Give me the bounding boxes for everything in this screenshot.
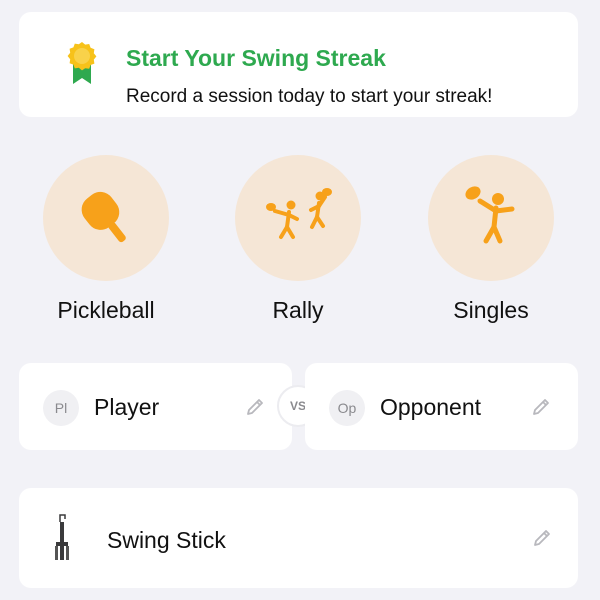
mode-label: Singles: [453, 297, 529, 323]
edit-pencil-icon[interactable]: [531, 527, 553, 549]
device-name: Swing Stick: [107, 527, 226, 553]
streak-card[interactable]: Start Your Swing Streak Record a session…: [19, 12, 578, 117]
device-card[interactable]: Swing Stick: [19, 488, 578, 588]
mode-pickleball-circle[interactable]: [43, 155, 169, 281]
opponent-avatar: Op: [329, 390, 365, 426]
opponent-card[interactable]: Op Opponent: [305, 363, 578, 450]
award-ribbon-icon: [67, 42, 97, 84]
paddle-icon: [81, 191, 126, 243]
streak-subtitle: Record a session today to start your str…: [126, 86, 493, 107]
edit-pencil-icon[interactable]: [244, 396, 266, 418]
swing-stick-icon: [55, 514, 69, 560]
mode-singles-circle[interactable]: [428, 155, 554, 281]
mode-rally[interactable]: Rally: [213, 155, 383, 324]
rally-players-icon: [266, 188, 332, 239]
player-name: Player: [94, 394, 160, 420]
mode-label: Rally: [272, 297, 324, 323]
opponent-name: Opponent: [380, 394, 482, 420]
mode-rally-circle[interactable]: [235, 155, 361, 281]
mode-pickleball[interactable]: Pickleball: [21, 155, 191, 324]
mode-label: Pickleball: [57, 297, 155, 323]
single-player-icon: [465, 186, 515, 244]
streak-title: Start Your Swing Streak: [126, 45, 386, 71]
mode-singles[interactable]: Singles: [406, 155, 576, 324]
edit-pencil-icon[interactable]: [530, 396, 552, 418]
player-avatar: Pl: [43, 390, 79, 426]
player-card[interactable]: Pl Player: [19, 363, 292, 450]
